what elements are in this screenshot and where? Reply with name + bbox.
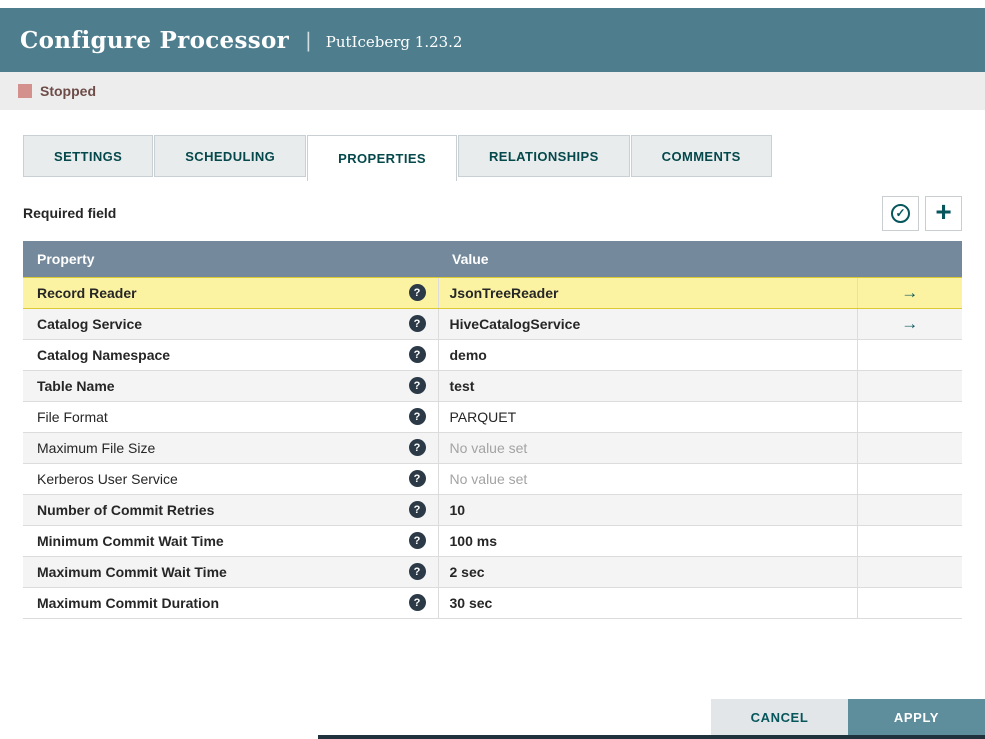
- property-name: Maximum Commit Duration: [37, 594, 220, 611]
- footer-buttons: CANCEL APPLY: [711, 699, 985, 735]
- table-row[interactable]: Number of Commit Retries ? 10: [23, 494, 962, 526]
- tab-label: PROPERTIES: [338, 151, 426, 166]
- tab-scheduling[interactable]: SCHEDULING: [154, 135, 307, 177]
- table-row[interactable]: Kerberos User Service ? No value set: [23, 463, 962, 495]
- table-row[interactable]: Maximum Commit Duration ? 30 sec: [23, 587, 962, 619]
- dialog-title: Configure Processor: [20, 26, 290, 54]
- help-icon[interactable]: ?: [408, 284, 426, 301]
- property-value-cell[interactable]: No value set: [437, 432, 857, 464]
- property-name: Number of Commit Retries: [37, 501, 215, 518]
- property-value-cell[interactable]: 100 ms: [437, 525, 857, 557]
- dialog-content: SETTINGS SCHEDULING PROPERTIES RELATIONS…: [0, 135, 985, 619]
- tab-label: COMMENTS: [661, 148, 741, 164]
- table-row[interactable]: Table Name ? test: [23, 370, 962, 402]
- properties-table-body: Record Reader ? JsonTreeReader → Catalog…: [23, 276, 962, 619]
- property-name: Maximum File Size: [37, 439, 156, 456]
- property-value: demo: [449, 346, 487, 363]
- processor-type-version: PutIceberg 1.23.2: [325, 32, 463, 51]
- table-row[interactable]: Record Reader ? JsonTreeReader →: [23, 276, 962, 309]
- title-separator: |: [305, 28, 312, 52]
- tab-relationships[interactable]: RELATIONSHIPS: [457, 135, 630, 177]
- cancel-button[interactable]: CANCEL: [711, 699, 848, 735]
- goto-service-icon[interactable]: →: [901, 283, 918, 302]
- property-name: Catalog Namespace: [37, 346, 171, 363]
- add-property-button[interactable]: +: [925, 195, 962, 231]
- property-value: 30 sec: [449, 594, 493, 611]
- value-column-header: Value: [438, 241, 962, 277]
- property-value-cell[interactable]: 2 sec: [437, 556, 857, 588]
- verify-properties-button[interactable]: ✓: [882, 195, 919, 231]
- help-icon[interactable]: ?: [408, 439, 426, 456]
- tab-comments[interactable]: COMMENTS: [630, 135, 772, 177]
- toolbar-buttons: ✓ +: [876, 195, 962, 231]
- table-row[interactable]: Maximum Commit Wait Time ? 2 sec: [23, 556, 962, 588]
- property-value: JsonTreeReader: [449, 284, 559, 301]
- property-value: 100 ms: [449, 532, 497, 549]
- property-value: 2 sec: [449, 563, 485, 580]
- tab-label: RELATIONSHIPS: [488, 148, 599, 164]
- property-value: HiveCatalogService: [449, 315, 581, 332]
- help-icon[interactable]: ?: [408, 315, 426, 332]
- table-row[interactable]: Minimum Commit Wait Time ? 100 ms: [23, 525, 962, 557]
- tab-label: SETTINGS: [54, 148, 123, 164]
- help-icon[interactable]: ?: [408, 563, 426, 580]
- property-value-cell[interactable]: No value set: [437, 463, 857, 495]
- property-value-cell[interactable]: 30 sec: [437, 587, 857, 619]
- table-row[interactable]: Catalog Service ? HiveCatalogService →: [23, 308, 962, 340]
- property-value: No value set: [449, 470, 528, 487]
- table-row[interactable]: Catalog Namespace ? demo: [23, 339, 962, 371]
- property-value: test: [449, 377, 475, 394]
- property-column-header: Property: [23, 241, 438, 277]
- table-row[interactable]: File Format ? PARQUET: [23, 401, 962, 433]
- status-label: Stopped: [40, 83, 96, 99]
- stopped-status-icon: [18, 84, 32, 98]
- tab-properties[interactable]: PROPERTIES: [307, 135, 457, 181]
- required-field-label: Required field: [23, 205, 117, 221]
- property-name: File Format: [37, 408, 108, 425]
- tab-settings[interactable]: SETTINGS: [23, 135, 154, 177]
- property-name: Kerberos User Service: [37, 470, 178, 487]
- help-icon[interactable]: ?: [408, 532, 426, 549]
- dialog-header: Configure Processor | PutIceberg 1.23.2: [0, 8, 985, 72]
- status-bar: Stopped: [0, 72, 985, 110]
- check-circle-icon: ✓: [891, 203, 910, 223]
- tab-bar: SETTINGS SCHEDULING PROPERTIES RELATIONS…: [23, 135, 962, 181]
- help-icon[interactable]: ?: [408, 470, 426, 487]
- plus-icon: +: [935, 195, 952, 227]
- property-value-cell[interactable]: PARQUET: [437, 401, 857, 433]
- property-value-cell[interactable]: test: [437, 370, 857, 402]
- property-value-cell[interactable]: 10: [437, 494, 857, 526]
- property-value-cell[interactable]: demo: [437, 339, 857, 371]
- property-value: PARQUET: [449, 408, 517, 425]
- property-value: 10: [449, 501, 466, 518]
- property-name: Maximum Commit Wait Time: [37, 563, 227, 580]
- help-icon[interactable]: ?: [408, 346, 426, 363]
- tab-label: SCHEDULING: [185, 148, 276, 164]
- property-value: No value set: [449, 439, 528, 456]
- property-value-cell[interactable]: HiveCatalogService: [437, 308, 857, 340]
- property-name: Record Reader: [37, 284, 137, 301]
- goto-service-icon[interactable]: →: [901, 314, 918, 333]
- configure-processor-dialog: Configure Processor | PutIceberg 1.23.2 …: [0, 8, 985, 739]
- property-name: Minimum Commit Wait Time: [37, 532, 224, 549]
- help-icon[interactable]: ?: [408, 501, 426, 518]
- property-name: Table Name: [37, 377, 115, 394]
- properties-table: Property Value Record Reader ? JsonTreeR…: [23, 241, 962, 619]
- property-value-cell[interactable]: JsonTreeReader: [437, 276, 857, 309]
- help-icon[interactable]: ?: [408, 594, 426, 611]
- apply-button[interactable]: APPLY: [848, 699, 985, 735]
- table-row[interactable]: Maximum File Size ? No value set: [23, 432, 962, 464]
- property-name: Catalog Service: [37, 315, 143, 332]
- table-header-row: Property Value: [23, 241, 962, 277]
- background-page-edge: [318, 735, 985, 739]
- help-icon[interactable]: ?: [408, 377, 426, 394]
- help-icon[interactable]: ?: [408, 408, 426, 425]
- properties-toolbar: Required field ✓ +: [23, 195, 962, 231]
